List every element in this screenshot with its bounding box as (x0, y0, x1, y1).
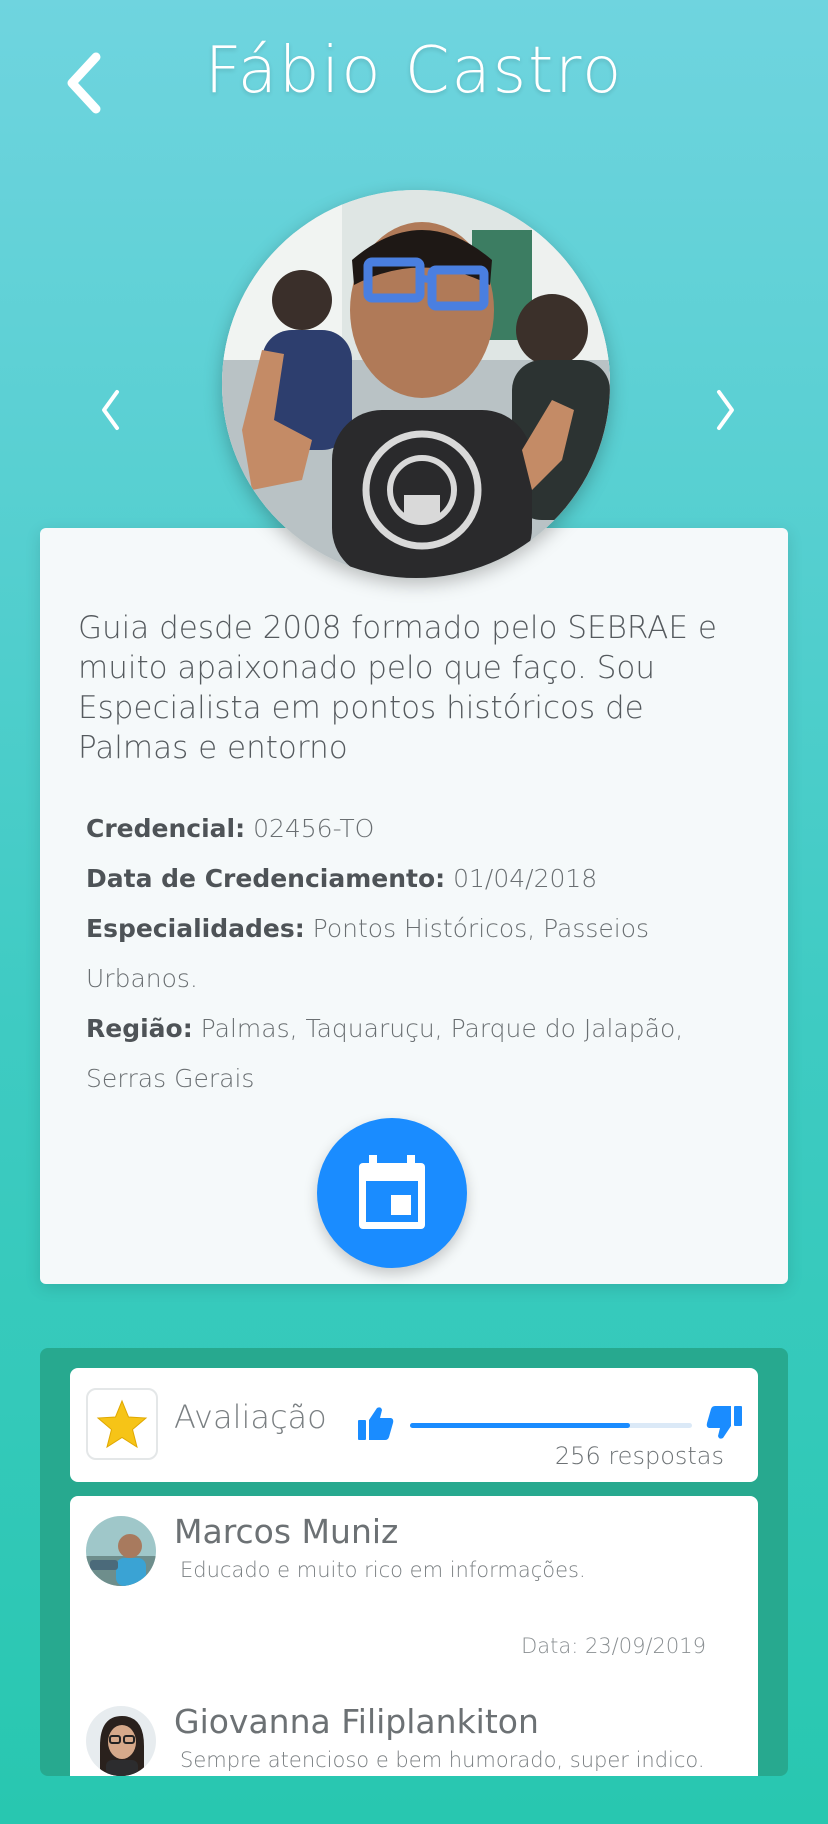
thumbs-down-button[interactable] (706, 1406, 742, 1444)
avatar (86, 1516, 156, 1586)
rating-bar-fill (410, 1423, 630, 1428)
detail-value: 01/04/2018 (453, 864, 598, 893)
guide-details: Credencial: 02456-TO Data de Credenciame… (86, 804, 746, 1104)
detail-region: Região: Palmas, Taquaruçu, Parque do Jal… (86, 1004, 746, 1104)
guide-photo (222, 190, 610, 578)
detail-label: Especialidades: (86, 914, 305, 943)
detail-label: Região: (86, 1014, 193, 1043)
thumbs-up-icon (358, 1407, 394, 1440)
rating-label: Avaliação (174, 1398, 327, 1436)
calendar-icon (359, 1155, 425, 1229)
profile-card: Guia desde 2008 formado pelo SEBRAE e mu… (40, 528, 788, 1284)
detail-credential-date: Data de Credenciamento: 01/04/2018 (86, 854, 746, 904)
comment-text: Educado e muito rico em informações. (180, 1558, 586, 1582)
page-title: Fábio Castro (204, 34, 624, 108)
schedule-button[interactable] (317, 1118, 467, 1268)
detail-value: 02456-TO (253, 814, 375, 843)
detail-label: Credencial: (86, 814, 246, 843)
next-photo-button[interactable] (704, 380, 748, 440)
guide-profile-screen: Fábio Castro Guia desde 2008 formado pel… (0, 0, 828, 1824)
reviews-panel: Avaliação 256 respostas Marcos Muniz Edu… (40, 1348, 788, 1776)
thumbs-down-icon (706, 1406, 742, 1439)
comment-author: Marcos Muniz (174, 1512, 399, 1551)
previous-photo-button[interactable] (88, 380, 132, 440)
comments-list: Marcos Muniz Educado e muito rico em inf… (70, 1496, 758, 1776)
thumbs-up-button[interactable] (358, 1406, 394, 1444)
chevron-right-icon (717, 390, 734, 430)
detail-label: Data de Credenciamento: (86, 864, 446, 893)
rating-bar (410, 1423, 692, 1428)
rating-star-box (86, 1388, 158, 1460)
detail-specialties: Especialidades: Pontos Históricos, Passe… (86, 904, 746, 1004)
chevron-left-icon (102, 390, 119, 430)
rating-responses: 256 respostas (554, 1442, 724, 1470)
comment-text: Sempre atencioso e bem humorado, super i… (180, 1748, 705, 1772)
guide-bio: Guia desde 2008 formado pelo SEBRAE e mu… (78, 610, 717, 766)
comment-author: Giovanna Filiplankiton (174, 1702, 539, 1741)
comment-date: Data: 23/09/2019 (521, 1634, 706, 1658)
star-icon (96, 1399, 148, 1449)
detail-credential: Credencial: 02456-TO (86, 804, 746, 854)
avatar (86, 1706, 156, 1776)
rating-summary: Avaliação 256 respostas (70, 1368, 758, 1482)
